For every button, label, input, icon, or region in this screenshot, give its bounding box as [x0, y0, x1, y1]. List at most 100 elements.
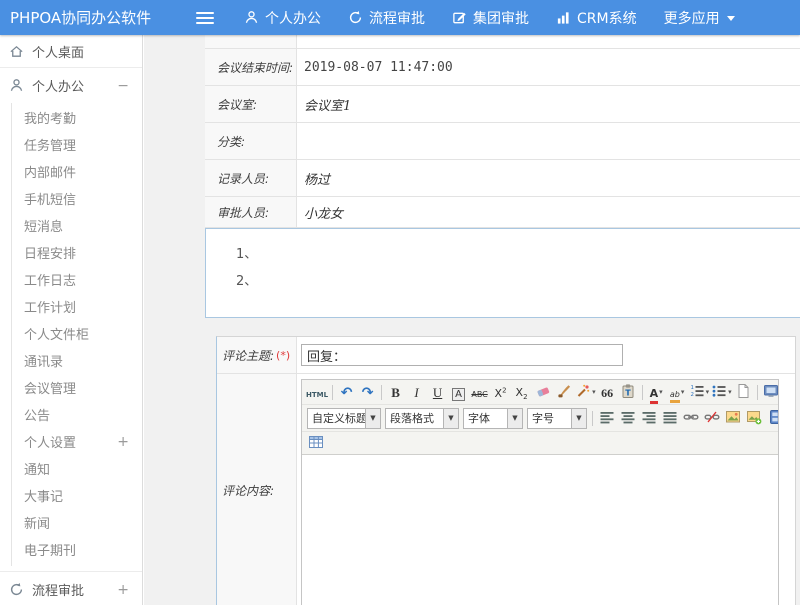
sidebar-item[interactable]: 日程安排	[12, 239, 142, 266]
rich-text-editor: HTML↶↷BIUAABCX2X2▾66TA▾ab▾12▾▾ 自定义标题▼段落格…	[301, 379, 779, 605]
person-icon	[244, 10, 259, 25]
sidebar-item[interactable]: 手机短信	[12, 185, 142, 212]
align-center-button[interactable]	[618, 408, 637, 428]
heading-select[interactable]: 自定义标题▼	[307, 408, 381, 429]
italic-icon: I	[414, 384, 418, 400]
form-label: 会议室:	[205, 86, 297, 122]
sidebar-item[interactable]: 工作计划	[12, 293, 142, 320]
paste-text-button[interactable]: T	[619, 382, 638, 402]
sidebar-item[interactable]: 内部邮件	[12, 158, 142, 185]
auto-format-button[interactable]: ▾	[575, 382, 596, 402]
media-button[interactable]	[765, 408, 778, 428]
meeting-form-rows: 会议结束时间:2019-08-07 11:47:00会议室:会议室1分类:记录人…	[205, 35, 800, 228]
unlink-button[interactable]	[702, 408, 721, 428]
font-size-select[interactable]: 字号▼	[527, 408, 587, 429]
chart-icon	[556, 10, 571, 25]
align-left-button[interactable]	[597, 408, 616, 428]
sidebar-item[interactable]: 短消息	[12, 212, 142, 239]
undo-icon: ↶	[341, 384, 353, 400]
link-button[interactable]	[681, 408, 700, 428]
table-button[interactable]	[306, 433, 325, 453]
sidebar-item[interactable]: 个人设置 +	[12, 428, 142, 455]
font-color-icon: A	[650, 384, 659, 400]
eraser-button[interactable]	[533, 382, 552, 402]
comment-content-row: 评论内容: HTML↶↷BIUAABCX2X2▾66TA▾ab▾12▾▾ 自定义…	[217, 374, 795, 605]
menu-item-crm-system[interactable]: CRM系统	[556, 8, 637, 28]
bold-button[interactable]: B	[386, 382, 405, 402]
sidebar-item[interactable]: 工作日志	[12, 266, 142, 293]
unordered-list-button[interactable]: ▾	[711, 382, 732, 402]
svg-text:2: 2	[690, 392, 694, 398]
sidebar-item[interactable]: 大事记	[12, 482, 142, 509]
form-row-category: 分类:	[205, 123, 800, 160]
image-button[interactable]	[723, 408, 742, 428]
menu-item-label: 集团审批	[473, 8, 529, 28]
font-color-button[interactable]: A▾	[647, 382, 666, 402]
undo-button[interactable]: ↶	[337, 382, 356, 402]
italic-button[interactable]: I	[407, 382, 426, 402]
ordered-list-button[interactable]: 12▾	[689, 382, 710, 402]
form-value: 会议室1	[297, 86, 800, 122]
justify-button[interactable]	[660, 408, 679, 428]
remove-format-button[interactable]: A	[449, 382, 468, 402]
strikethrough-button[interactable]: ABC	[470, 382, 489, 402]
align-right-button[interactable]	[639, 408, 658, 428]
comment-subject-label: 评论主题: (*)	[217, 337, 297, 373]
sidebar-item-label: 新闻	[24, 513, 50, 532]
sidebar-item-label: 个人设置	[24, 432, 76, 451]
flash-button[interactable]	[744, 408, 763, 428]
sidebar-item[interactable]: 新闻	[12, 509, 142, 536]
sidebar-item[interactable]: 公告	[12, 401, 142, 428]
sidebar-item[interactable]: 任务管理	[12, 131, 142, 158]
sidebar-item[interactable]: 电子期刊	[12, 536, 142, 563]
sidebar-item-label: 日程安排	[24, 243, 76, 262]
caret-down-icon: ▾	[681, 388, 685, 396]
hamburger-menu-icon[interactable]	[192, 11, 218, 25]
superscript-button[interactable]: X2	[491, 382, 510, 402]
sidebar-item-label: 会议管理	[24, 378, 76, 397]
menu-item-group-approval[interactable]: 集团审批	[452, 8, 529, 28]
highlight-button[interactable]: ab▾	[668, 382, 687, 402]
format-brush-button[interactable]	[554, 382, 573, 402]
menu-item-personal-office[interactable]: 个人办公	[244, 8, 321, 28]
paragraph-format-select[interactable]: 段落格式▼	[385, 408, 459, 429]
fullscreen-button[interactable]	[762, 382, 778, 402]
sidebar-item[interactable]: 会议管理	[12, 374, 142, 401]
remove-format-icon: A	[452, 384, 465, 400]
editor-content-area[interactable]	[302, 455, 778, 605]
form-row-recorder: 记录人员:杨过	[205, 160, 800, 197]
toggle-collapse-icon[interactable]: −	[117, 79, 129, 93]
form-label: 会议结束时间:	[205, 49, 297, 85]
comment-form: 评论主题: (*) 评论内容: HTML↶↷BIUAABCX2X2▾66TA▾a…	[216, 336, 796, 605]
comment-subject-input[interactable]	[301, 344, 623, 366]
sidebar-item-label: 手机短信	[24, 189, 76, 208]
sidebar-item-label: 我的考勤	[24, 108, 76, 127]
select-value: 自定义标题	[308, 410, 365, 426]
editor-toolbar-row3	[302, 432, 778, 455]
menu-item-more-apps[interactable]: 更多应用	[664, 8, 736, 28]
sidebar-item-personal-office[interactable]: 个人办公−	[0, 68, 142, 103]
meeting-minutes-box: 1、2、	[205, 228, 800, 318]
form-label	[205, 35, 297, 48]
font-family-select[interactable]: 字体▼	[463, 408, 523, 429]
toolbar-separator	[332, 385, 333, 400]
sidebar-item[interactable]: 我的考勤	[12, 104, 142, 131]
sidebar-item-workflow-approval[interactable]: 流程审批+	[0, 572, 142, 605]
sidebar-item-desktop[interactable]: 个人桌面	[0, 35, 142, 68]
blockquote-button[interactable]: 66	[598, 382, 617, 402]
sidebar-item[interactable]: 通知	[12, 455, 142, 482]
redo-button[interactable]: ↷	[358, 382, 377, 402]
underline-button[interactable]: U	[428, 382, 447, 402]
sidebar-item[interactable]: 通讯录	[12, 347, 142, 374]
dropdown-arrow-icon: ▼	[571, 409, 586, 428]
toggle-expand-icon[interactable]: +	[117, 435, 129, 449]
source-button[interactable]: HTML	[306, 382, 328, 402]
menu-item-workflow-approval[interactable]: 流程审批	[348, 8, 425, 28]
form-row-cutoff-row	[205, 35, 800, 49]
toggle-expand-icon[interactable]: +	[117, 583, 129, 597]
subscript-button[interactable]: X2	[512, 382, 531, 402]
comment-content-label: 评论内容:	[217, 374, 297, 605]
new-page-button[interactable]	[734, 382, 753, 402]
sidebar-item[interactable]: 个人文件柜	[12, 320, 142, 347]
format-brush-icon	[556, 383, 572, 402]
